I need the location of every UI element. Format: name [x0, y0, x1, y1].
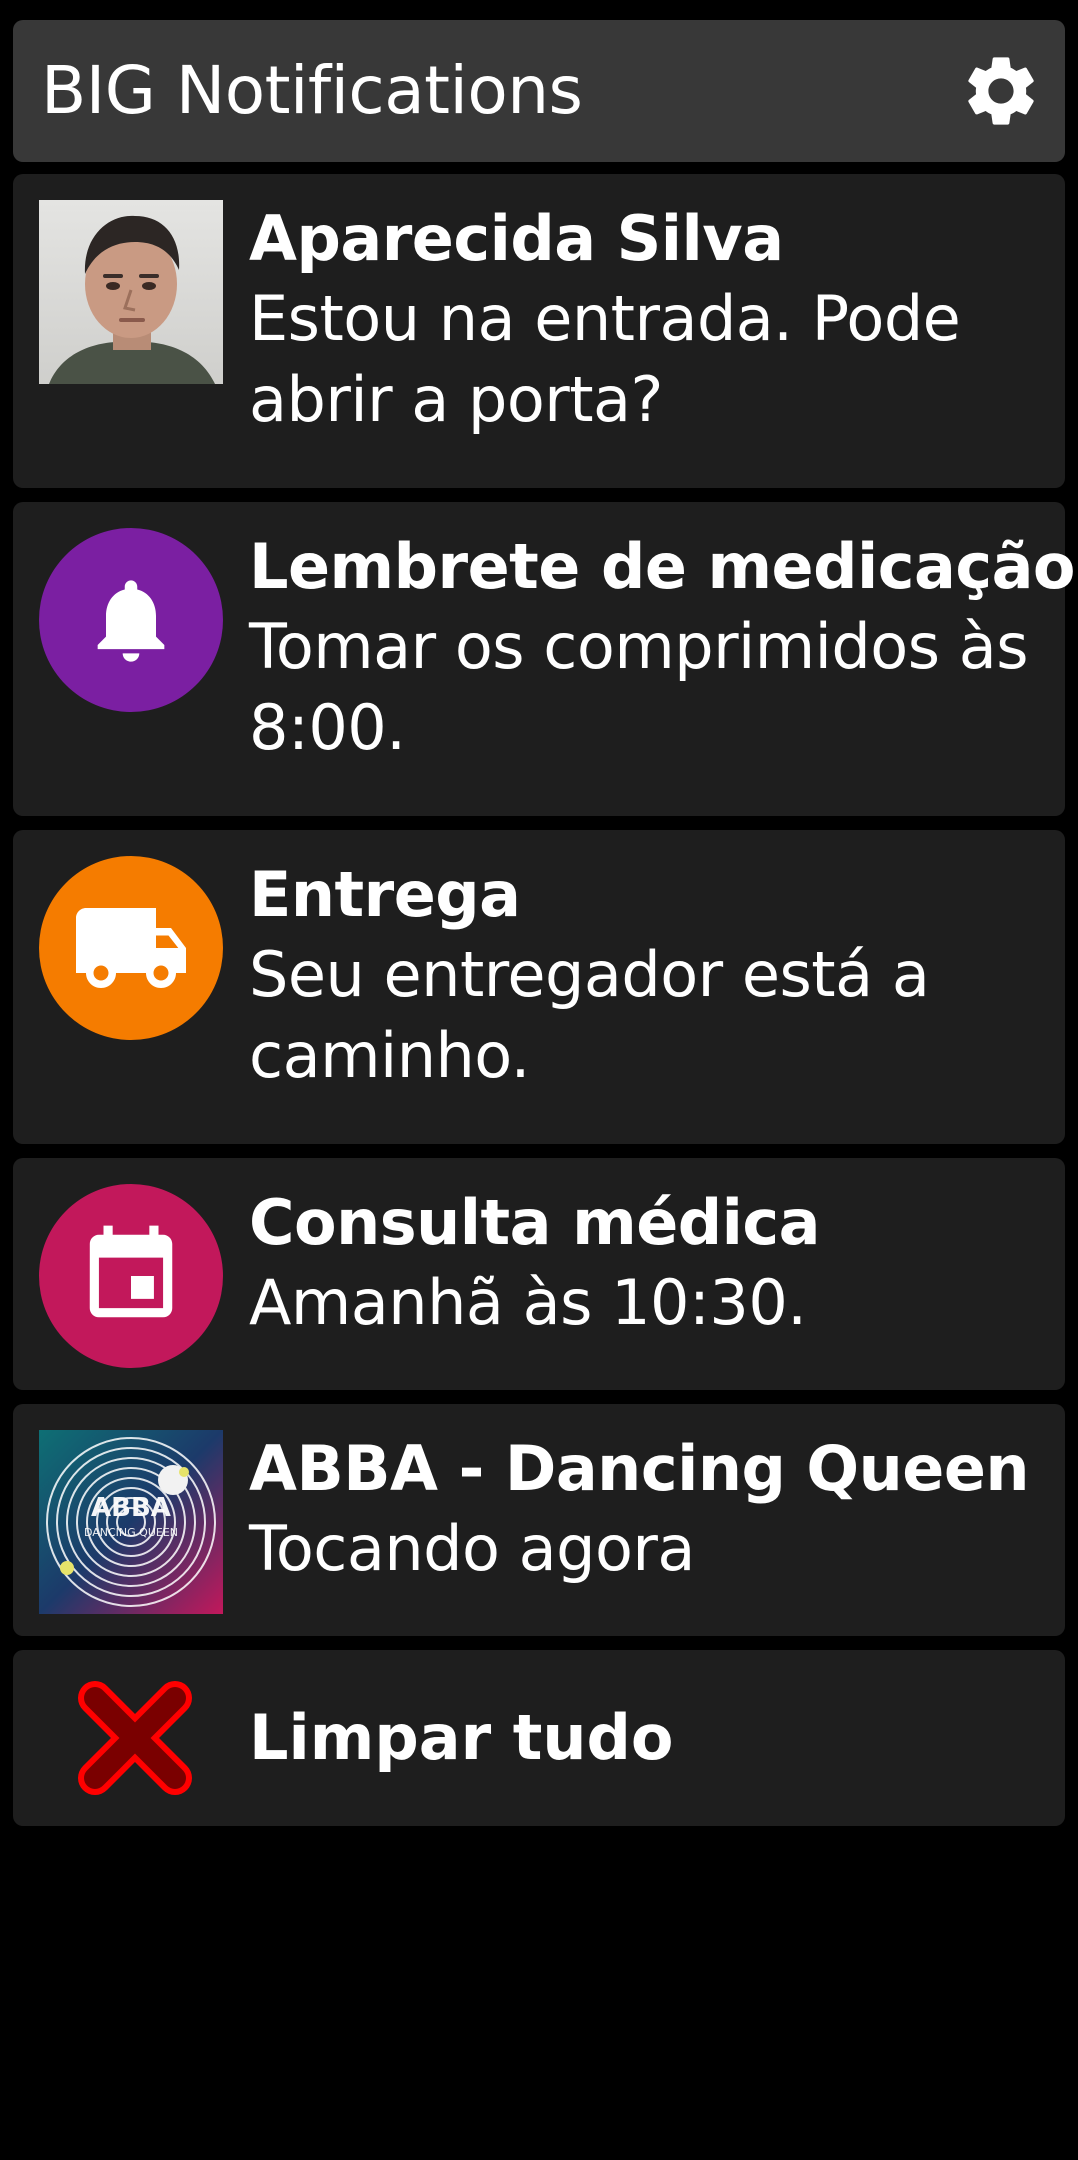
- notification-body: Amanhã às 10:30.: [249, 1266, 807, 1339]
- notification-card-media[interactable]: ABBA DANCING QUEEN ABBA - Dancing Queen …: [13, 1404, 1065, 1636]
- notification-card-delivery[interactable]: Entrega Seu entregador está a caminho.: [13, 830, 1065, 1144]
- gear-icon[interactable]: [959, 49, 1043, 133]
- truck-icon: [39, 856, 223, 1040]
- notification-body: Tomar os comprimidos às 8:00.: [249, 610, 1029, 764]
- contact-photo: [39, 200, 223, 384]
- notification-body: Tocando agora: [249, 1512, 695, 1585]
- album-art: ABBA DANCING QUEEN: [39, 1430, 223, 1614]
- notification-card-appointment[interactable]: Consulta médica Amanhã às 10:30.: [13, 1158, 1065, 1390]
- album-art-title: ABBA: [91, 1493, 171, 1523]
- notification-card-reminder[interactable]: Lembrete de medicação Tomar os comprimid…: [13, 502, 1076, 816]
- notification-title: Entrega: [249, 858, 521, 931]
- calendar-icon: [39, 1184, 223, 1368]
- bell-icon: [39, 528, 223, 712]
- notification-body: Seu entregador está a caminho.: [249, 938, 930, 1092]
- close-x-icon: [77, 1680, 193, 1796]
- album-art-subtitle: DANCING QUEEN: [84, 1526, 178, 1539]
- notification-title: Lembrete de medicação: [249, 530, 1076, 603]
- notification-body: Estou na entrada. Pode abrir a porta?: [249, 282, 961, 436]
- clear-all-button[interactable]: Limpar tudo: [13, 1650, 1065, 1826]
- notification-title: Consulta médica: [249, 1186, 820, 1259]
- notification-title: ABBA - Dancing Queen: [249, 1432, 1030, 1505]
- app-header: BIG Notifications: [13, 20, 1065, 162]
- app-title: BIG Notifications: [41, 52, 583, 129]
- notification-title: Aparecida Silva: [249, 202, 784, 275]
- clear-all-label: Limpar tudo: [249, 1701, 674, 1774]
- notification-card-message[interactable]: Aparecida Silva Estou na entrada. Pode a…: [13, 174, 1065, 488]
